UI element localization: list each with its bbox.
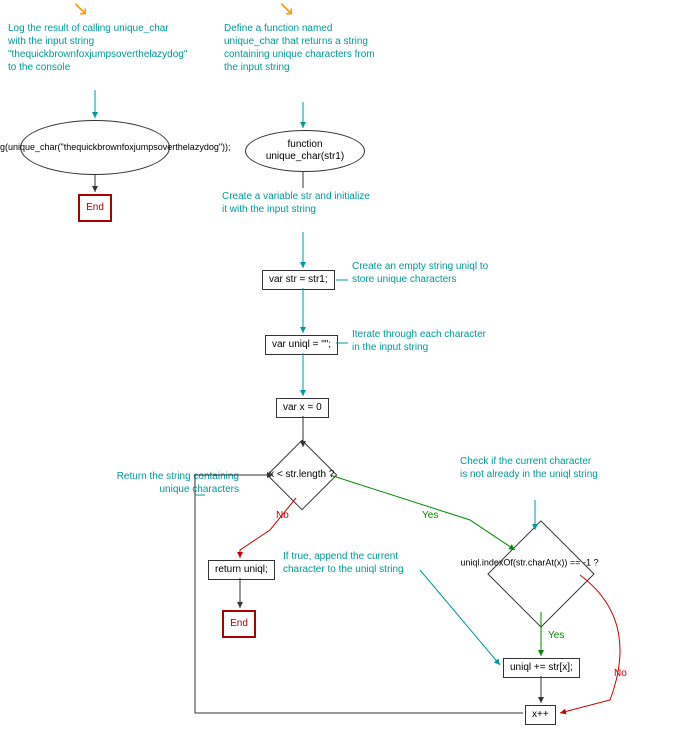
rect-inc: x++ xyxy=(525,705,556,725)
comment-loop: Iterate through each character in the in… xyxy=(352,328,492,354)
ellipse-console-log: console.log(unique_char("thequickbrownfo… xyxy=(20,120,170,175)
comment-return: Return the string containing unique char… xyxy=(99,470,239,496)
entry-arrow-left: ↘ xyxy=(72,0,89,21)
rect-var-str-text: var str = str1; xyxy=(269,274,328,286)
rect-x0-text: var x = 0 xyxy=(283,402,322,414)
end-left: End xyxy=(78,194,112,222)
rect-append: uniql += str[x]; xyxy=(503,658,580,678)
rect-inc-text: x++ xyxy=(532,709,549,721)
rect-return: return uniql; xyxy=(208,560,275,580)
end-left-text: End xyxy=(86,202,104,214)
label-no-check: No xyxy=(614,668,627,679)
entry-arrow-right: ↘ xyxy=(278,0,295,21)
comment-log: Log the result of calling unique_char wi… xyxy=(8,22,173,74)
decision-loop: x < str.length ? xyxy=(267,440,338,511)
rect-x0: var x = 0 xyxy=(276,398,329,418)
comment-uniql: Create an empty string uniql to store un… xyxy=(352,260,492,286)
rect-uniql: var uniql = ""; xyxy=(265,335,338,355)
comment-var: Create a variable str and initialize it … xyxy=(222,190,372,216)
rect-return-text: return uniql; xyxy=(215,564,268,576)
rect-var-str: var str = str1; xyxy=(262,270,335,290)
label-yes-check: Yes xyxy=(548,630,564,641)
ellipse-fn-text: function unique_char(str1) xyxy=(256,139,354,163)
comment-append: If true, append the current character to… xyxy=(283,550,423,576)
comment-fn: Define a function named unique_char that… xyxy=(224,22,384,74)
flow-edges xyxy=(0,0,690,748)
rect-append-text: uniql += str[x]; xyxy=(510,662,573,674)
rect-uniql-text: var uniql = ""; xyxy=(272,339,331,351)
decision-loop-text: x < str.length ? xyxy=(269,469,334,481)
label-no-loop: No xyxy=(276,510,289,521)
comment-check: Check if the current character is not al… xyxy=(460,455,600,481)
label-yes-loop: Yes xyxy=(422,510,438,521)
end-right-text: End xyxy=(230,618,248,630)
ellipse-console-log-text: console.log(unique_char("thequickbrownfo… xyxy=(0,142,231,153)
ellipse-fn: function unique_char(str1) xyxy=(245,130,365,172)
decision-check-text: uniql.indexOf(str.charAt(x)) == -1 ? xyxy=(461,557,599,568)
decision-check: uniql.indexOf(str.charAt(x)) == -1 ? xyxy=(487,520,594,627)
end-right: End xyxy=(222,610,256,638)
